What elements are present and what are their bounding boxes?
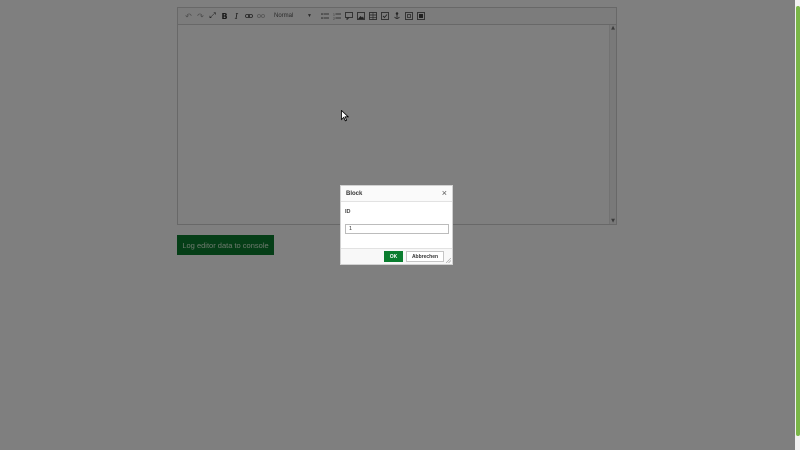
mouse-cursor-icon — [341, 110, 349, 122]
resize-handle-icon[interactable] — [446, 258, 451, 263]
id-field[interactable] — [345, 224, 449, 234]
dialog-header: Block × — [341, 186, 452, 202]
close-icon[interactable]: × — [442, 189, 447, 198]
dialog-title: Block — [346, 190, 363, 197]
ok-button[interactable]: OK — [384, 251, 403, 262]
page-scrollbar[interactable] — [795, 0, 800, 450]
block-dialog: Block × ID OK Abbrechen — [340, 185, 453, 265]
dialog-body: ID — [341, 202, 452, 235]
page-scrollbar-thumb[interactable] — [796, 6, 800, 436]
dialog-footer: OK Abbrechen — [341, 248, 452, 264]
cancel-button[interactable]: Abbrechen — [406, 251, 444, 262]
id-field-label: ID — [345, 209, 351, 215]
